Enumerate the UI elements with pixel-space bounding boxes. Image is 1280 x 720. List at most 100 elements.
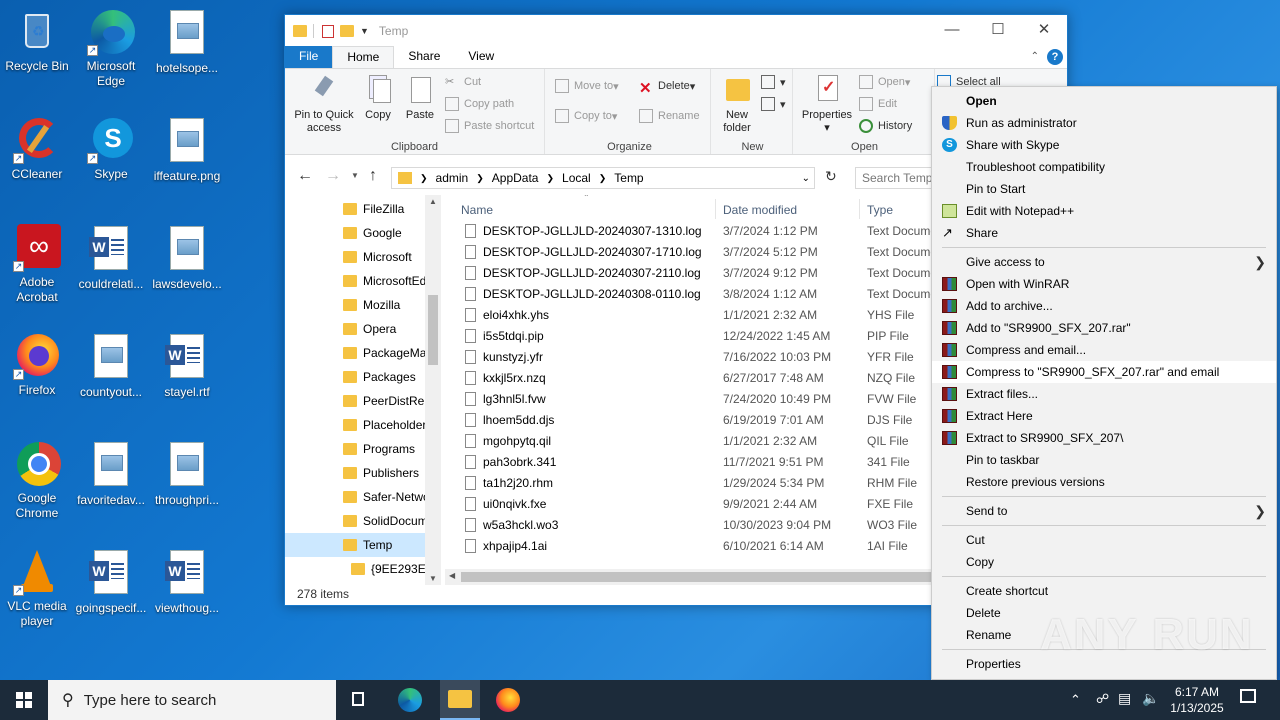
menu-item-compress-rar-email[interactable]: Compress to "SR9900_SFX_207.rar" and ema… bbox=[932, 361, 1276, 383]
menu-item-send-to[interactable]: Send to ❯ bbox=[932, 500, 1276, 522]
column-header-date[interactable]: Date modified bbox=[723, 203, 797, 217]
horizontal-scrollbar[interactable]: ◀ bbox=[445, 569, 931, 585]
nav-item[interactable]: PackageMa bbox=[285, 341, 425, 365]
clock[interactable]: 6:17 AM 1/13/2025 bbox=[1166, 684, 1228, 716]
scroll-thumb[interactable] bbox=[428, 295, 438, 365]
table-row[interactable]: lg3hnl5l.fvw 7/24/2020 10:49 PM FVW File bbox=[445, 388, 931, 409]
tab-file[interactable]: File bbox=[285, 46, 333, 68]
nav-item[interactable]: Opera bbox=[285, 317, 425, 341]
volume-icon[interactable]: 🔈 bbox=[1142, 690, 1159, 707]
copy-button[interactable]: Copy bbox=[361, 75, 395, 122]
desktop-icon-recycle-bin[interactable]: ♻ Recycle Bin bbox=[0, 8, 74, 74]
menu-item-troubleshoot[interactable]: Troubleshoot compatibility bbox=[932, 156, 1276, 178]
tab-share[interactable]: Share bbox=[394, 46, 454, 68]
nav-item[interactable]: Safer-Netwo bbox=[285, 485, 425, 509]
desktop-icon-file[interactable]: couldrelati... bbox=[74, 224, 148, 292]
task-view-button[interactable] bbox=[346, 688, 374, 712]
network-icon[interactable]: ☍ bbox=[1096, 691, 1109, 707]
menu-item-restore-versions[interactable]: Restore previous versions bbox=[932, 471, 1276, 493]
menu-item-compress-email[interactable]: Compress and email... bbox=[932, 339, 1276, 361]
breadcrumb-item[interactable]: admin bbox=[436, 171, 469, 185]
taskbar-search-input[interactable]: ⚲ Type here to search bbox=[48, 680, 336, 720]
breadcrumb-item[interactable]: Temp bbox=[614, 171, 643, 185]
desktop-icon-file[interactable]: lawsdevelo... bbox=[150, 224, 224, 292]
desktop-icon-file[interactable]: stayel.rtf bbox=[150, 332, 224, 400]
table-row[interactable]: xhpajip4.1ai 6/10/2021 6:14 AM 1AI File bbox=[445, 535, 931, 556]
nav-item[interactable]: Publishers bbox=[285, 461, 425, 485]
table-row[interactable]: i5s5tdqi.pip 12/24/2022 1:45 AM PIP File bbox=[445, 325, 931, 346]
table-row[interactable]: lhoem5dd.djs 6/19/2019 7:01 AM DJS File bbox=[445, 409, 931, 430]
nav-item[interactable]: Packages bbox=[285, 365, 425, 389]
address-bar[interactable]: ❯ admin ❯ AppData ❯ Local ❯ Temp ⌄ bbox=[391, 167, 815, 189]
desktop-icon-file[interactable]: viewthoug... bbox=[150, 548, 224, 616]
breadcrumb-item[interactable]: Local bbox=[562, 171, 591, 185]
start-button[interactable] bbox=[0, 680, 48, 720]
column-header-type[interactable]: Type bbox=[867, 203, 893, 217]
column-divider[interactable] bbox=[859, 199, 860, 219]
new-folder-button[interactable]: New folder bbox=[717, 75, 757, 135]
move-to-button[interactable]: Move to ▾ bbox=[555, 79, 619, 93]
ethernet-icon[interactable]: ▤ bbox=[1118, 690, 1131, 707]
desktop-icon-file[interactable]: throughpri... bbox=[150, 440, 224, 508]
properties-quick-icon[interactable] bbox=[322, 24, 334, 38]
chevron-down-icon[interactable]: ▼ bbox=[360, 26, 369, 36]
desktop-icon-file[interactable]: goingspecif... bbox=[74, 548, 148, 616]
table-row[interactable]: eloi4xhk.yhs 1/1/2021 2:32 AM YHS File bbox=[445, 304, 931, 325]
nav-item[interactable]: Mozilla bbox=[285, 293, 425, 317]
nav-item[interactable]: SolidDocum bbox=[285, 509, 425, 533]
pin-quick-access-button[interactable]: Pin to Quick access bbox=[289, 75, 359, 135]
forward-arrow-icon[interactable]: → bbox=[325, 167, 341, 185]
desktop-icon-chrome[interactable]: Google Chrome bbox=[0, 440, 74, 521]
nav-item[interactable]: Microsoft bbox=[285, 245, 425, 269]
minimize-button[interactable]: — bbox=[929, 15, 975, 47]
history-button[interactable]: History bbox=[859, 119, 912, 133]
nav-item-temp-selected[interactable]: Temp bbox=[285, 533, 425, 557]
menu-item-extract-to[interactable]: Extract to SR9900_SFX_207\ bbox=[932, 427, 1276, 449]
desktop-icon-edge[interactable]: ↗ Microsoft Edge bbox=[74, 8, 148, 89]
chevron-up-icon[interactable]: ⌃ bbox=[1031, 51, 1039, 62]
chevron-up-icon[interactable]: ⌃ bbox=[1070, 692, 1081, 708]
nav-scrollbar[interactable]: ▲ ▼ bbox=[425, 195, 441, 585]
menu-item-open[interactable]: Open bbox=[932, 90, 1276, 112]
edit-button[interactable]: Edit bbox=[859, 97, 897, 111]
table-row[interactable]: pah3obrk.341 11/7/2021 9:51 PM 341 File bbox=[445, 451, 931, 472]
refresh-icon[interactable]: ↻ bbox=[825, 168, 837, 185]
desktop-icon-ccleaner[interactable]: ↗ CCleaner bbox=[0, 116, 74, 182]
table-row[interactable]: DESKTOP-JGLLJLD-20240307-1310.log 3/7/202… bbox=[445, 220, 931, 241]
rename-button[interactable]: Rename bbox=[639, 109, 700, 123]
new-item-button[interactable]: ▾ bbox=[761, 75, 786, 89]
address-dropdown-icon[interactable]: ⌄ bbox=[802, 173, 810, 184]
desktop-icon-vlc[interactable]: ↗ VLC media player bbox=[0, 548, 74, 629]
close-button[interactable]: ✕ bbox=[1021, 15, 1067, 47]
new-folder-quick-icon[interactable] bbox=[340, 25, 354, 37]
cut-button[interactable]: ✂ Cut bbox=[445, 75, 481, 89]
desktop-icon-file[interactable]: favoritedav... bbox=[74, 440, 148, 508]
desktop-icon-file[interactable]: countyout... bbox=[74, 332, 148, 400]
menu-item-pin-taskbar[interactable]: Pin to taskbar bbox=[932, 449, 1276, 471]
column-divider[interactable] bbox=[715, 199, 716, 219]
scroll-thumb[interactable] bbox=[461, 572, 931, 582]
desktop-icon-acrobat[interactable]: ∞ ↗ Adobe Acrobat bbox=[0, 224, 74, 305]
table-row[interactable]: kunstyzj.yfr 7/16/2022 10:03 PM YFR File bbox=[445, 346, 931, 367]
nav-item[interactable]: FileZilla bbox=[285, 197, 425, 221]
table-row[interactable]: mgohpytq.qil 1/1/2021 2:32 AM QIL File bbox=[445, 430, 931, 451]
nav-item[interactable]: MicrosoftEd bbox=[285, 269, 425, 293]
menu-item-extract-here[interactable]: Extract Here bbox=[932, 405, 1276, 427]
search-input[interactable]: Search Temp bbox=[855, 167, 935, 189]
copy-to-button[interactable]: Copy to ▾ bbox=[555, 109, 617, 123]
notification-icon[interactable] bbox=[1240, 689, 1256, 703]
table-row[interactable]: DESKTOP-JGLLJLD-20240307-1710.log 3/7/202… bbox=[445, 241, 931, 262]
tab-view[interactable]: View bbox=[454, 46, 508, 68]
open-button[interactable]: Open ▾ bbox=[859, 75, 910, 89]
breadcrumb-item[interactable]: AppData bbox=[492, 171, 539, 185]
nav-item[interactable]: {9EE293E3- bbox=[285, 557, 425, 581]
paste-button[interactable]: Paste bbox=[401, 75, 439, 122]
help-icon[interactable]: ? bbox=[1047, 49, 1063, 65]
desktop-icon-skype[interactable]: S ↗ Skype bbox=[74, 116, 148, 182]
menu-item-give-access[interactable]: Give access to ❯ bbox=[932, 251, 1276, 273]
delete-button[interactable]: ✕ Delete ▾ bbox=[639, 79, 695, 97]
scroll-left-icon[interactable]: ◀ bbox=[449, 571, 455, 580]
menu-item-share[interactable]: ↗ Share bbox=[932, 222, 1276, 244]
menu-item-run-as-admin[interactable]: Run as administrator bbox=[932, 112, 1276, 134]
table-row[interactable]: ui0nqivk.fxe 9/9/2021 2:44 AM FXE File bbox=[445, 493, 931, 514]
